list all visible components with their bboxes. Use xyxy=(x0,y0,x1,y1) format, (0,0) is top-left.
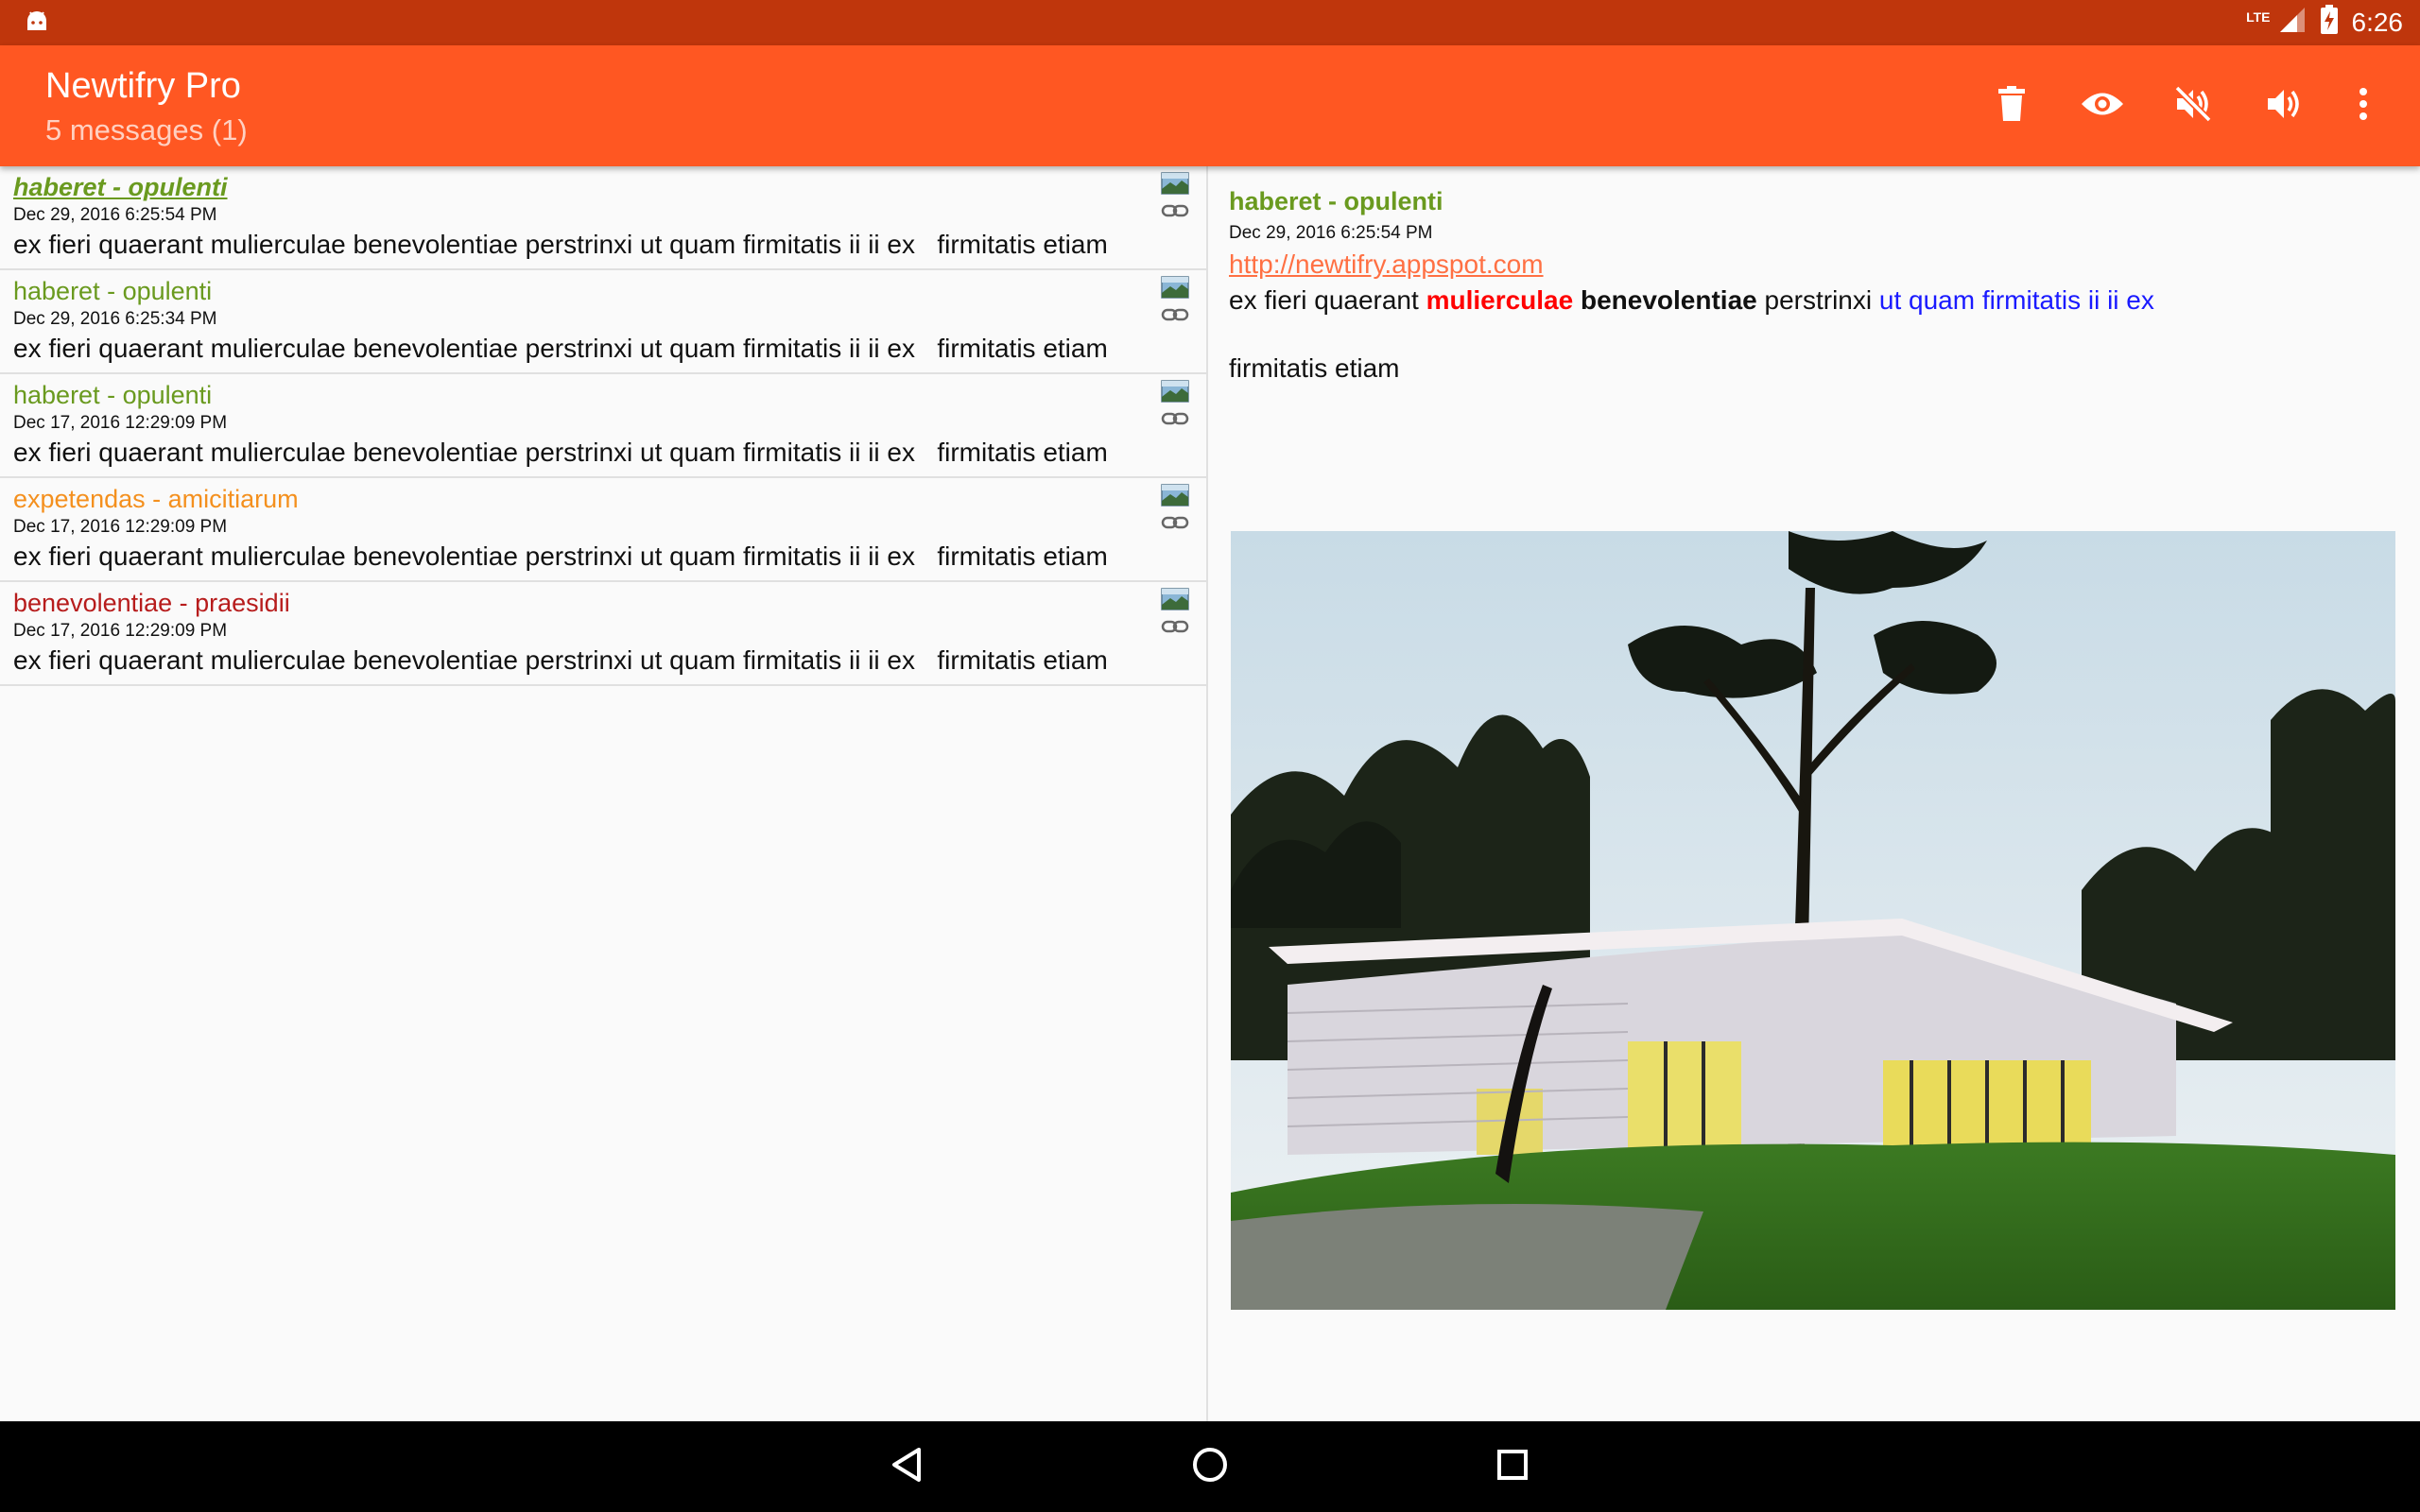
recents-square-icon xyxy=(1495,1448,1530,1486)
detail-date: Dec 29, 2016 6:25:54 PM xyxy=(1229,223,1433,243)
message-date: Dec 17, 2016 12:29:09 PM xyxy=(13,621,228,641)
sound-on-button[interactable] xyxy=(2238,60,2329,151)
signal-icon xyxy=(2278,6,2307,41)
image-icon xyxy=(1161,380,1189,407)
message-attachment-icons xyxy=(1161,380,1189,431)
message-detail: haberet - opulenti Dec 29, 2016 6:25:54 … xyxy=(1210,166,2420,1421)
back-button[interactable] xyxy=(870,1429,945,1504)
delete-icon xyxy=(1995,85,2029,128)
message-title: haberet - opulenti xyxy=(13,277,213,305)
message-preview: ex fieri quaerant mulierculae benevolent… xyxy=(13,334,1108,363)
message-attachment-icons xyxy=(1161,276,1189,327)
clock: 6:26 xyxy=(2351,8,2404,37)
house-photo[interactable] xyxy=(1231,531,2395,1310)
navigation-bar xyxy=(0,1421,2420,1512)
message-title: benevolentiae - praesidii xyxy=(13,589,290,617)
image-icon xyxy=(1161,276,1189,303)
message-count: 5 messages (1) xyxy=(45,113,248,146)
mark-read-button[interactable] xyxy=(2057,60,2148,151)
detail-body-text: ex fieri quaerant xyxy=(1229,285,1426,315)
volume-off-icon xyxy=(2174,85,2212,128)
message-list: haberet - opulenti Dec 29, 2016 6:25:54 P… xyxy=(0,166,1208,1421)
battery-icon xyxy=(2320,4,2339,42)
detail-body-blue-text: ut quam firmitatis ii ii ex xyxy=(1878,285,2154,315)
link-icon xyxy=(1161,619,1189,639)
message-list-item[interactable]: haberet - opulenti Dec 17, 2016 12:29:09 … xyxy=(0,374,1206,478)
message-attachment-icons xyxy=(1161,172,1189,223)
detail-title: haberet - opulenti xyxy=(1229,187,1443,215)
detail-body-space xyxy=(1573,285,1581,315)
image-icon xyxy=(1161,484,1189,511)
back-triangle-icon xyxy=(889,1446,926,1488)
message-attachment-icons xyxy=(1161,484,1189,535)
detail-body-bold-text: benevolentiae xyxy=(1581,285,1757,315)
message-preview: ex fieri quaerant mulierculae benevolent… xyxy=(13,645,1108,675)
message-date: Dec 17, 2016 12:29:09 PM xyxy=(13,413,228,433)
message-date: Dec 29, 2016 6:25:54 PM xyxy=(13,205,217,225)
toolbar-actions xyxy=(1966,45,2397,166)
message-preview: ex fieri quaerant mulierculae benevolent… xyxy=(13,230,1108,259)
detail-link[interactable]: http://newtifry.appspot.com xyxy=(1229,249,1544,280)
message-list-item[interactable]: haberet - opulenti Dec 29, 2016 6:25:54 P… xyxy=(0,166,1206,270)
app-title: Newtifry Pro xyxy=(45,66,241,106)
volume-up-icon xyxy=(2265,85,2303,128)
message-date: Dec 29, 2016 6:25:34 PM xyxy=(13,309,217,329)
detail-body-text: firmitatis etiam xyxy=(1229,353,1400,383)
link-icon xyxy=(1161,515,1189,535)
message-attachment-icons xyxy=(1161,588,1189,639)
recents-button[interactable] xyxy=(1475,1429,1550,1504)
app-bar: Newtifry Pro 5 messages (1) xyxy=(0,45,2420,166)
link-icon xyxy=(1161,307,1189,327)
message-date: Dec 17, 2016 12:29:09 PM xyxy=(13,517,228,537)
link-icon xyxy=(1161,203,1189,223)
message-preview: ex fieri quaerant mulierculae benevolent… xyxy=(13,541,1108,571)
eye-icon xyxy=(2081,90,2124,123)
message-list-item[interactable]: benevolentiae - praesidii Dec 17, 2016 12… xyxy=(0,582,1206,686)
mute-button[interactable] xyxy=(2148,60,2238,151)
message-preview: ex fieri quaerant mulierculae benevolent… xyxy=(13,438,1108,467)
home-button[interactable] xyxy=(1172,1429,1248,1504)
message-title: haberet - opulenti xyxy=(13,173,228,201)
home-circle-icon xyxy=(1191,1446,1229,1488)
message-title: expetendas - amicitiarum xyxy=(13,485,299,513)
android-notification-icon xyxy=(23,8,51,39)
detail-body: ex fieri quaerant mulierculae benevolent… xyxy=(1229,284,2382,386)
message-title: haberet - opulenti xyxy=(13,381,213,409)
image-icon xyxy=(1161,172,1189,199)
message-list-item[interactable]: haberet - opulenti Dec 29, 2016 6:25:34 P… xyxy=(0,270,1206,374)
message-list-item[interactable]: expetendas - amicitiarum Dec 17, 2016 12:… xyxy=(0,478,1206,582)
link-icon xyxy=(1161,411,1189,431)
network-type: LTE xyxy=(2246,9,2271,25)
detail-body-text: perstrinxi xyxy=(1756,285,1879,315)
overflow-menu-button[interactable] xyxy=(2329,60,2397,151)
image-icon xyxy=(1161,588,1189,615)
more-vert-icon xyxy=(2359,87,2368,126)
status-bar: LTE 6:26 xyxy=(0,0,2420,45)
delete-button[interactable] xyxy=(1966,60,2057,151)
detail-body-red-text: mulierculae xyxy=(1426,285,1574,315)
